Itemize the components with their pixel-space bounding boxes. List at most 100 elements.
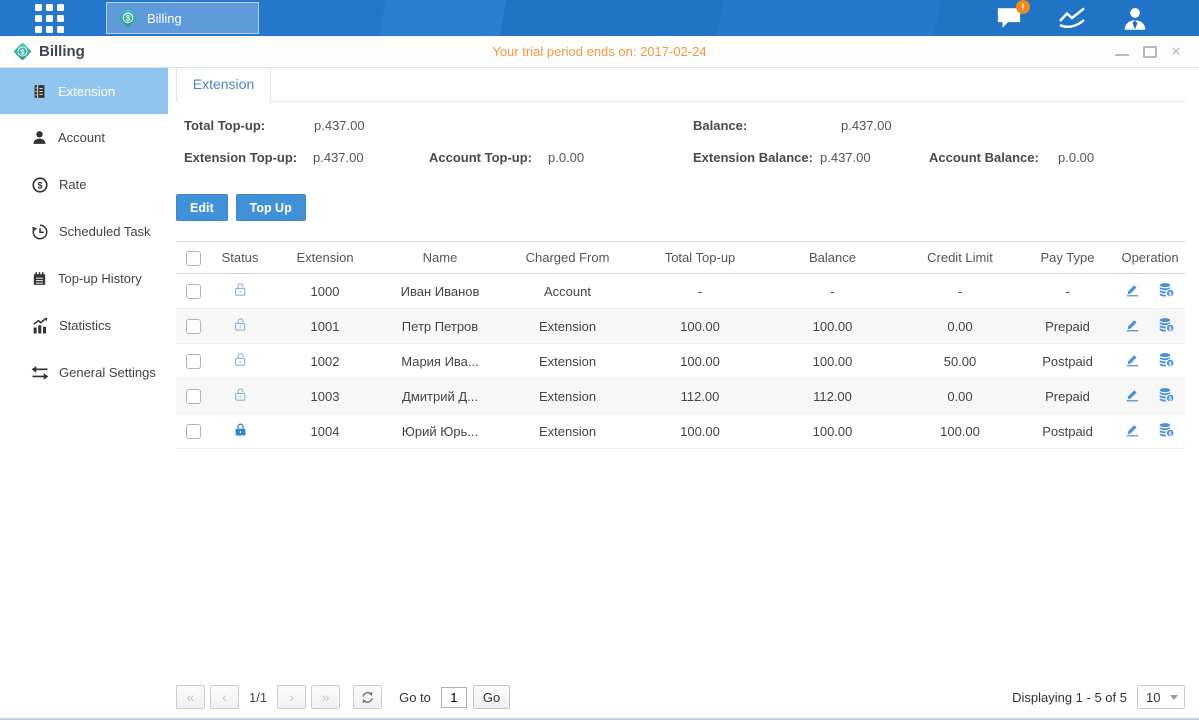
app-launcher-grid-icon[interactable] [35, 4, 64, 33]
edit-button[interactable]: Edit [176, 194, 228, 221]
cell-charged-from: Extension [500, 344, 635, 379]
taskbar-billing-tab[interactable]: $ Billing [106, 2, 259, 34]
refresh-button[interactable] [353, 685, 382, 709]
sidebar-item-topup-history[interactable]: Top-up History [0, 255, 168, 302]
table-row[interactable]: 1000 Иван Иванов Account - - - - [176, 274, 1185, 309]
cell-extension: 1000 [270, 274, 380, 309]
dollar-circle-icon: $ [31, 176, 49, 194]
table-row[interactable]: 1001 Петр Петров Extension 100.00 100.00… [176, 309, 1185, 344]
trial-notice: Your trial period ends on: 2017-02-24 [0, 44, 1199, 59]
cell-balance: 100.00 [765, 309, 900, 344]
balance-value: p.437.00 [841, 118, 892, 133]
close-icon[interactable]: × [1171, 46, 1185, 58]
cell-pay-type: - [1020, 274, 1115, 309]
total-topup-value: p.437.00 [314, 118, 365, 133]
cell-credit-limit: - [900, 274, 1020, 309]
last-page-button[interactable]: » [311, 685, 340, 709]
extension-balance-label: Extension Balance: [693, 150, 813, 165]
cell-name: Петр Петров [380, 309, 500, 344]
row-checkbox[interactable] [186, 389, 201, 404]
billing-diamond-icon: $ [12, 41, 33, 62]
prev-page-button[interactable]: ‹ [210, 685, 239, 709]
cell-charged-from: Account [500, 274, 635, 309]
billing-diamond-icon: $ [117, 7, 139, 29]
notification-badge: ! [1016, 0, 1030, 14]
table-row[interactable]: 1003 Дмитрий Д... Extension 112.00 112.0… [176, 379, 1185, 414]
sidebar-item-label: General Settings [59, 365, 156, 380]
edit-pencil-icon[interactable] [1124, 281, 1141, 298]
select-all-checkbox[interactable] [186, 251, 201, 266]
cell-total-topup: - [635, 274, 765, 309]
page-size-dropdown[interactable]: 10 [1137, 685, 1185, 709]
sidebar-item-statistics[interactable]: Statistics [0, 302, 168, 349]
sidebar-item-label: Scheduled Task [59, 224, 151, 239]
col-pay-type: Pay Type [1020, 242, 1115, 274]
notepad-icon [31, 270, 48, 287]
row-checkbox[interactable] [186, 354, 201, 369]
ledger-icon [31, 83, 48, 100]
arrows-exchange-icon [31, 364, 49, 382]
user-icon[interactable] [1121, 5, 1149, 32]
cell-pay-type: Prepaid [1020, 309, 1115, 344]
table-row[interactable]: 1004 Юрий Юрь... Extension 100.00 100.00… [176, 414, 1185, 449]
topup-button[interactable]: Top Up [236, 194, 306, 221]
extensions-table: Status Extension Name Charged From Total… [176, 241, 1185, 449]
cell-pay-type: Prepaid [1020, 379, 1115, 414]
table-body: 1000 Иван Иванов Account - - - - [176, 274, 1185, 449]
table-row[interactable]: 1002 Мария Ива... Extension 100.00 100.0… [176, 344, 1185, 379]
first-page-button[interactable]: « [176, 685, 205, 709]
goto-label: Go to [399, 690, 431, 705]
edit-pencil-icon[interactable] [1124, 316, 1141, 333]
edit-pencil-icon[interactable] [1124, 421, 1141, 438]
cell-name: Мария Ива... [380, 344, 500, 379]
cell-extension: 1001 [270, 309, 380, 344]
cell-credit-limit: 50.00 [900, 344, 1020, 379]
tab-extension[interactable]: Extension [176, 68, 271, 102]
minimize-icon[interactable] [1115, 47, 1129, 56]
topup-coins-icon[interactable]: $ [1157, 316, 1176, 334]
cell-balance: - [765, 274, 900, 309]
account-topup-label: Account Top-up: [429, 150, 532, 165]
cell-total-topup: 100.00 [635, 309, 765, 344]
displaying-text: Displaying 1 - 5 of 5 [1012, 690, 1127, 705]
next-page-button[interactable]: › [277, 685, 306, 709]
cell-extension: 1003 [270, 379, 380, 414]
messages-icon[interactable]: ! [995, 5, 1023, 31]
goto-page-input[interactable] [441, 687, 467, 708]
sidebar-item-scheduled-task[interactable]: Scheduled Task [0, 208, 168, 255]
bar-chart-icon [31, 317, 49, 335]
topup-coins-icon[interactable]: $ [1157, 386, 1176, 404]
sidebar-item-label: Statistics [59, 318, 111, 333]
sidebar-item-general-settings[interactable]: General Settings [0, 349, 168, 396]
lock-closed-icon [232, 421, 249, 438]
balance-label: Balance: [693, 118, 747, 133]
row-checkbox[interactable] [186, 424, 201, 439]
chevron-down-icon [1170, 695, 1178, 700]
account-topup-value: p.0.00 [548, 150, 584, 165]
maximize-icon[interactable] [1143, 46, 1157, 58]
col-balance: Balance [765, 242, 900, 274]
sidebar-item-extension[interactable]: Extension [0, 68, 168, 114]
cell-credit-limit: 100.00 [900, 414, 1020, 449]
go-button[interactable]: Go [473, 685, 510, 709]
taskbar-tab-label: Billing [147, 11, 182, 26]
sidebar-item-account[interactable]: Account [0, 114, 168, 161]
topup-coins-icon[interactable]: $ [1157, 351, 1176, 369]
cell-name: Иван Иванов [380, 274, 500, 309]
edit-pencil-icon[interactable] [1124, 386, 1141, 403]
sidebar-item-rate[interactable]: $ Rate [0, 161, 168, 208]
cell-charged-from: Extension [500, 379, 635, 414]
edit-pencil-icon[interactable] [1124, 351, 1141, 368]
page-size-value: 10 [1146, 690, 1160, 705]
topup-coins-icon[interactable]: $ [1157, 281, 1176, 299]
pagination-bar: « ‹ 1/1 › » Go to Go Displaying 1 - 5 of… [176, 684, 1185, 710]
cell-balance: 112.00 [765, 379, 900, 414]
svg-text:$: $ [20, 47, 25, 56]
line-chart-icon[interactable] [1057, 5, 1087, 31]
row-checkbox[interactable] [186, 319, 201, 334]
row-checkbox[interactable] [186, 284, 201, 299]
topup-coins-icon[interactable]: $ [1157, 421, 1176, 439]
col-charged-from: Charged From [500, 242, 635, 274]
page-indicator: 1/1 [249, 690, 267, 705]
refresh-icon [360, 690, 375, 705]
